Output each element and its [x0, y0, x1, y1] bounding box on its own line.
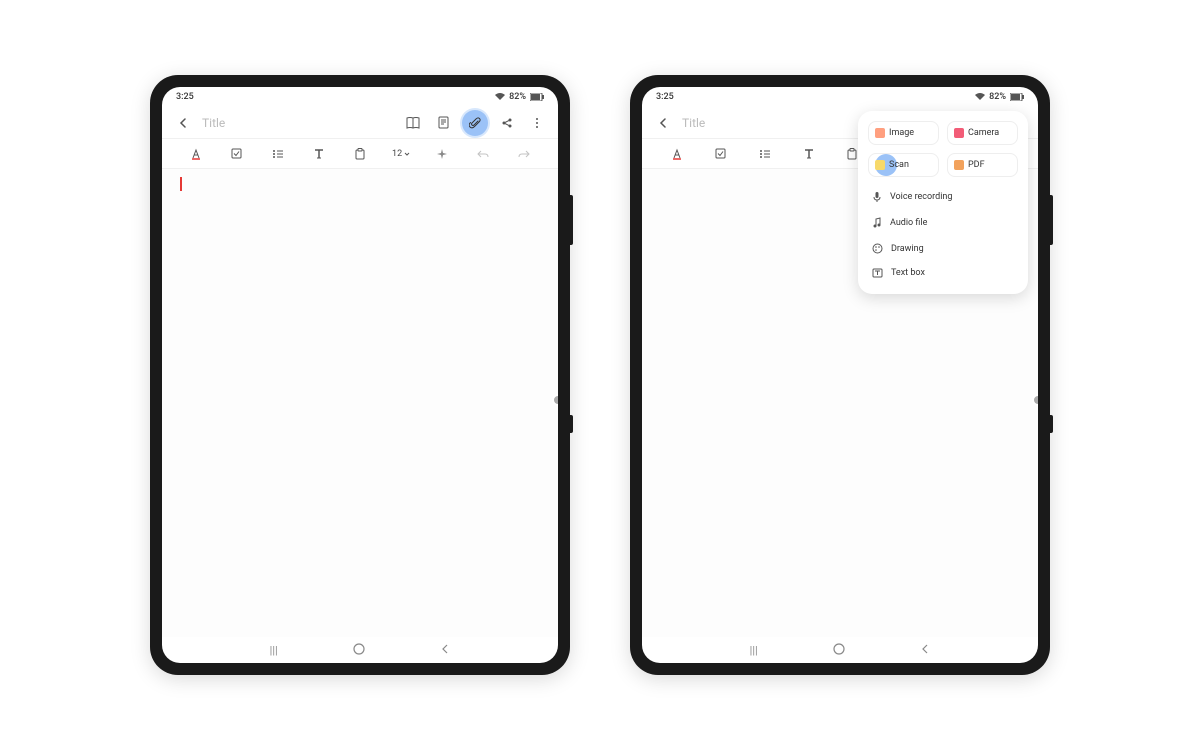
battery-icon	[1010, 93, 1024, 101]
page-options-button[interactable]	[432, 112, 454, 134]
scan-icon	[875, 160, 885, 170]
clipboard-icon	[847, 148, 857, 160]
share-button[interactable]	[496, 112, 518, 134]
screen-right: 3:25 82% Title 12	[642, 87, 1038, 663]
microphone-icon	[872, 191, 882, 203]
clipboard-tool[interactable]	[340, 139, 379, 168]
nav-back[interactable]	[440, 644, 450, 657]
title-bar: Title	[162, 107, 558, 139]
chevron-left-icon	[178, 118, 188, 128]
clipboard-icon	[355, 148, 365, 160]
nav-bar: |||	[642, 637, 1038, 663]
attach-button-highlighted[interactable]	[462, 110, 488, 136]
nav-back-icon	[440, 644, 450, 654]
text-style-icon	[190, 148, 202, 160]
battery-label: 82%	[509, 92, 526, 102]
redo-tool[interactable]	[505, 139, 544, 168]
image-icon	[875, 128, 885, 138]
attach-drawing[interactable]: Drawing	[868, 237, 1018, 260]
screen-left: 3:25 82% Title	[162, 87, 558, 663]
back-button[interactable]	[172, 112, 194, 134]
page-icon	[438, 116, 449, 129]
status-time: 3:25	[656, 92, 674, 102]
attach-text-box[interactable]: Text box	[868, 262, 1018, 284]
tablet-left: 3:25 82% Title	[150, 75, 570, 675]
edge-panel-handle[interactable]	[552, 394, 558, 406]
edge-panel-handle[interactable]	[1032, 394, 1038, 406]
sparkle-icon	[436, 148, 448, 160]
status-right: 82%	[975, 92, 1024, 102]
font-size-tool[interactable]: 12	[382, 139, 421, 168]
list-icon	[759, 149, 771, 159]
chevron-left-icon	[658, 118, 668, 128]
back-button[interactable]	[652, 112, 674, 134]
checkbox-icon	[715, 148, 726, 159]
battery-icon	[530, 93, 544, 101]
nav-home[interactable]	[353, 643, 365, 658]
status-time: 3:25	[176, 92, 194, 102]
pdf-icon	[954, 160, 964, 170]
text-format-tool[interactable]	[788, 139, 830, 168]
home-circle-icon	[833, 643, 845, 655]
status-bar: 3:25 82%	[162, 87, 558, 107]
attach-scan-highlighted[interactable]: Scan	[868, 153, 939, 177]
nav-home[interactable]	[833, 643, 845, 658]
attach-audio-file[interactable]: Audio file	[868, 211, 1018, 235]
undo-icon	[477, 149, 489, 159]
camera-icon	[954, 128, 964, 138]
text-icon	[804, 148, 814, 160]
undo-tool[interactable]	[464, 139, 503, 168]
paperclip-icon	[469, 117, 481, 129]
list-icon	[272, 149, 284, 159]
list-tool[interactable]	[258, 139, 297, 168]
wifi-icon	[495, 93, 505, 101]
nav-recents[interactable]: |||	[750, 644, 758, 657]
attach-menu: Image Camera Scan PDF	[858, 111, 1028, 294]
status-bar: 3:25 82%	[642, 87, 1038, 107]
textbox-icon	[872, 268, 883, 278]
format-toolbar: 12	[162, 139, 558, 169]
nav-recents[interactable]: |||	[270, 644, 278, 657]
home-circle-icon	[353, 643, 365, 655]
reading-mode-button[interactable]	[402, 112, 424, 134]
attach-pdf[interactable]: PDF	[947, 153, 1018, 177]
nav-back-icon	[920, 644, 930, 654]
text-icon	[314, 148, 324, 160]
attach-voice-recording[interactable]: Voice recording	[868, 185, 1018, 209]
more-vertical-icon	[535, 117, 539, 129]
battery-label: 82%	[989, 92, 1006, 102]
text-style-icon	[671, 148, 683, 160]
attach-image[interactable]: Image	[868, 121, 939, 145]
chevron-down-icon	[404, 152, 410, 156]
checkbox-tool[interactable]	[217, 139, 256, 168]
checkbox-icon	[231, 148, 242, 159]
wifi-icon	[975, 93, 985, 101]
more-button[interactable]	[526, 112, 548, 134]
palette-icon	[872, 243, 883, 254]
text-cursor	[180, 177, 182, 191]
text-style-tool[interactable]	[176, 139, 215, 168]
share-icon	[501, 117, 513, 129]
nav-bar: |||	[162, 637, 558, 663]
list-tool[interactable]	[744, 139, 786, 168]
note-canvas[interactable]	[162, 169, 558, 637]
book-icon	[406, 117, 420, 129]
status-right: 82%	[495, 92, 544, 102]
checkbox-tool[interactable]	[700, 139, 742, 168]
title-input[interactable]: Title	[202, 116, 394, 130]
text-format-tool[interactable]	[299, 139, 338, 168]
tablet-right: 3:25 82% Title 12	[630, 75, 1050, 675]
nav-back[interactable]	[920, 644, 930, 657]
ai-tool[interactable]	[423, 139, 462, 168]
music-note-icon	[872, 217, 882, 229]
text-style-tool[interactable]	[656, 139, 698, 168]
redo-icon	[518, 149, 530, 159]
attach-camera[interactable]: Camera	[947, 121, 1018, 145]
